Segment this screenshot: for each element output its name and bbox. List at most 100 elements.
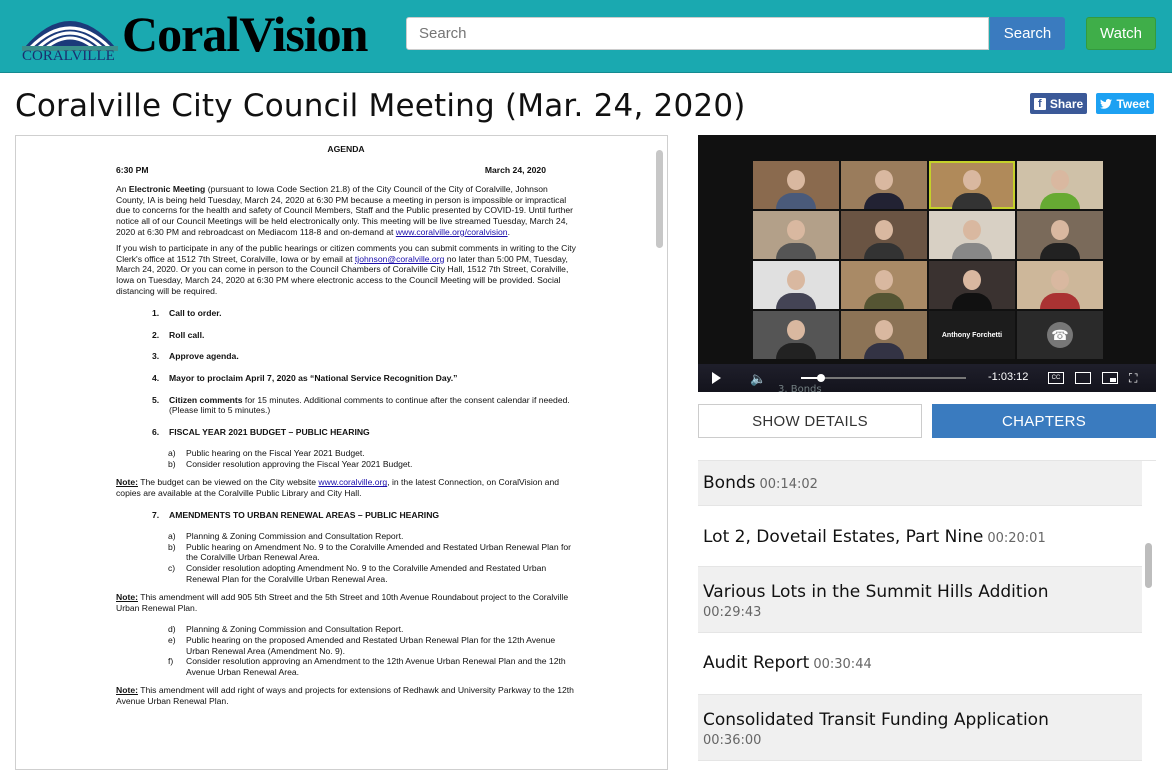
agenda-item: 5. Citizen comments for 15 minutes. Addit… bbox=[152, 395, 576, 416]
agenda-subitems: d) Planning & Zoning Commission and Consu… bbox=[168, 624, 576, 677]
play-icon[interactable] bbox=[712, 372, 721, 384]
agenda-date: March 24, 2020 bbox=[484, 164, 546, 175]
agenda-subitems: a) Planning & Zoning Commission and Consu… bbox=[168, 531, 576, 584]
agenda-document-viewer[interactable]: AGENDA 6:30 PM March 24, 2020 An Electro… bbox=[15, 135, 668, 770]
share-label: Share bbox=[1049, 96, 1084, 111]
chapter-item[interactable]: Audit Report 00:30:44 bbox=[698, 633, 1142, 695]
participant-body bbox=[864, 243, 904, 259]
facebook-share-button[interactable]: f Share bbox=[1030, 93, 1087, 114]
chapter-scrollbar[interactable] bbox=[1145, 543, 1152, 588]
watch-button[interactable]: Watch bbox=[1086, 17, 1156, 50]
item-number: 1. bbox=[152, 308, 160, 319]
item-text: Approve agenda. bbox=[169, 351, 239, 362]
coralville-website-link[interactable]: www.coralville.org bbox=[318, 477, 387, 487]
chapter-item[interactable]: Consolidated Transit Funding Application… bbox=[698, 695, 1142, 761]
coralvision-link[interactable]: www.coralville.org/coralvision bbox=[396, 227, 508, 237]
chapter-item[interactable]: Bonds 00:14:02 bbox=[698, 461, 1142, 506]
subitem-text: Planning & Zoning Commission and Consult… bbox=[186, 624, 404, 635]
chapter-time: 00:20:01 bbox=[987, 531, 1046, 546]
volume-icon[interactable]: 🔈 bbox=[750, 371, 766, 387]
document-scrollbar[interactable] bbox=[656, 150, 663, 248]
participant-name-tile: Anthony Forchetti bbox=[929, 311, 1015, 359]
participant-head bbox=[875, 319, 893, 340]
note-text-a: The budget can be viewed on the City web… bbox=[137, 477, 319, 488]
coralville-arch-icon bbox=[22, 21, 118, 51]
participant-head bbox=[787, 219, 805, 240]
participant-body bbox=[952, 293, 992, 309]
item-number: 2. bbox=[152, 329, 160, 340]
agenda-time-date: 6:30 PM March 24, 2020 bbox=[116, 165, 576, 176]
participant-tile bbox=[841, 211, 927, 259]
participant-tile bbox=[753, 261, 839, 309]
agenda-item: 7. AMENDMENTS TO URBAN RENEWAL AREAS – PU… bbox=[152, 510, 576, 521]
note-label: Note: bbox=[116, 592, 138, 603]
participant-body bbox=[776, 193, 816, 209]
search-input[interactable] bbox=[406, 17, 989, 50]
chapter-time: 00:30:44 bbox=[813, 657, 872, 672]
subitem-text: Public hearing on the Fiscal Year 2021 B… bbox=[186, 448, 365, 459]
participant-tile bbox=[841, 161, 927, 209]
facebook-icon: f bbox=[1033, 97, 1046, 110]
progress-track[interactable] bbox=[801, 374, 966, 382]
tweet-button[interactable]: Tweet bbox=[1096, 93, 1154, 114]
subitem-text: Planning & Zoning Commission and Consult… bbox=[186, 531, 404, 542]
fullscreen-icon[interactable]: ⛶ bbox=[1129, 371, 1137, 386]
chapter-item[interactable]: Various Lots in the Summit Hills Additio… bbox=[698, 567, 1142, 633]
picture-in-picture-icon[interactable] bbox=[1102, 372, 1118, 384]
closed-captions-button[interactable]: CC bbox=[1048, 372, 1064, 384]
chapter-item[interactable]: Lot 2, Dovetail Estates, Part Nine 00:20:… bbox=[698, 506, 1142, 567]
agenda-item: 2. Roll call. bbox=[152, 330, 576, 341]
participant-tile bbox=[841, 261, 927, 309]
participant-head bbox=[787, 169, 805, 190]
logo-town-text: CORALVILLE bbox=[22, 48, 115, 64]
chapter-title: Lot 2, Dovetail Estates, Part Nine bbox=[703, 527, 984, 547]
coralvision-logo[interactable]: CORALVILLE CoralVision bbox=[22, 2, 382, 68]
chapter-title: Audit Report bbox=[703, 653, 810, 673]
subitem-text: Consider resolution adopting Amendment N… bbox=[186, 563, 547, 584]
chapter-title: Consolidated Transit Funding Application bbox=[703, 710, 1049, 730]
participant-body bbox=[776, 343, 816, 359]
note-text: This amendment will add right of ways an… bbox=[116, 685, 574, 706]
video-player[interactable]: Anthony Forchetti ☎ 🔈 3. Bonds -1:03:12 C… bbox=[698, 135, 1156, 408]
participant-body bbox=[776, 243, 816, 259]
agenda-subitems: a) Public hearing on the Fiscal Year 2021… bbox=[168, 448, 576, 469]
tab-show-details[interactable]: SHOW DETAILS bbox=[698, 404, 922, 438]
agenda-page: AGENDA 6:30 PM March 24, 2020 An Electro… bbox=[116, 144, 576, 713]
intro-text-a: An bbox=[116, 184, 129, 195]
chapter-time: 00:14:02 bbox=[759, 477, 818, 492]
item-number: 4. bbox=[152, 372, 160, 383]
chapter-items: Bonds 00:14:02 Lot 2, Dovetail Estates, P… bbox=[698, 461, 1142, 761]
item-text: FISCAL YEAR 2021 BUDGET – PUBLIC HEARING bbox=[169, 426, 370, 437]
subitem-letter: a) bbox=[168, 448, 176, 459]
participant-tile bbox=[753, 161, 839, 209]
subitem-text: Consider resolution approving the Fiscal… bbox=[186, 458, 413, 469]
item-number: 7. bbox=[152, 509, 160, 520]
search-button[interactable]: Search bbox=[990, 17, 1065, 50]
participant-head bbox=[963, 169, 981, 190]
participant-body bbox=[1040, 193, 1080, 209]
progress-knob[interactable] bbox=[816, 374, 825, 382]
urban-renewal-note: Note: This amendment will add 905 5th St… bbox=[116, 592, 576, 613]
captions-settings-icon[interactable] bbox=[1075, 372, 1091, 384]
subitem-text: Public hearing on the proposed Amended a… bbox=[186, 635, 556, 656]
video-controls: 🔈 3. Bonds -1:03:12 CC ⛶ bbox=[698, 364, 1156, 408]
participant-tile bbox=[841, 311, 927, 359]
subitem-letter: d) bbox=[168, 624, 176, 635]
note-label: Note: bbox=[116, 685, 138, 696]
participant-tile bbox=[1017, 261, 1103, 309]
item-text: Call to order. bbox=[169, 308, 222, 319]
phone-icon: ☎ bbox=[1047, 322, 1073, 348]
chapter-list[interactable]: Bonds 00:14:02 Lot 2, Dovetail Estates, P… bbox=[698, 460, 1156, 771]
item-text: Mayor to proclaim April 7, 2020 as “Nati… bbox=[169, 372, 458, 383]
participant-body bbox=[864, 343, 904, 359]
budget-note: Note: The budget can be viewed on the Ci… bbox=[116, 477, 576, 498]
subitem-letter: f) bbox=[168, 656, 174, 667]
tab-chapters[interactable]: CHAPTERS bbox=[932, 404, 1156, 438]
agenda-item: 6. FISCAL YEAR 2021 BUDGET – PUBLIC HEARI… bbox=[152, 427, 576, 438]
agenda-item: 4. Mayor to proclaim April 7, 2020 as “Na… bbox=[152, 373, 576, 384]
participant-tile bbox=[753, 211, 839, 259]
participant-tile bbox=[753, 311, 839, 359]
clerk-email-link[interactable]: tjohnson@coralville.org bbox=[355, 254, 444, 264]
subitem-letter: c) bbox=[168, 563, 176, 574]
participant-body bbox=[1040, 243, 1080, 259]
